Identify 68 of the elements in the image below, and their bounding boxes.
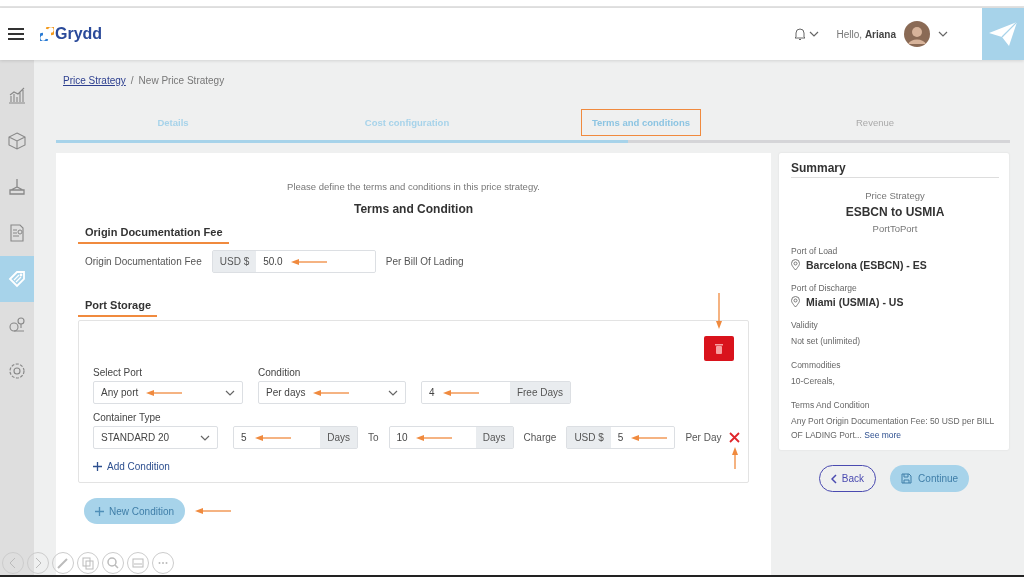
tag-icon[interactable] (8, 270, 26, 288)
breadcrumb-separator: / (130, 75, 134, 88)
paper-plane-icon[interactable] (989, 22, 1017, 46)
caret-icon[interactable] (808, 31, 819, 37)
previous-icon[interactable] (2, 552, 24, 574)
chevron-icon[interactable] (225, 389, 235, 396)
location-icon (791, 259, 800, 271)
summary-label: Commodities (791, 360, 842, 370)
charge-label: Charge (523, 432, 557, 443)
summary-value: Any Port Origin Documentation Fee: 50 USD per BILL OF LADING Port... See more (791, 415, 995, 442)
summary-value: 10-Cereals, (791, 375, 836, 388)
pins-icon[interactable] (8, 316, 26, 334)
menu-icon[interactable] (8, 28, 24, 40)
field-label: Origin Documentation Fee (85, 256, 202, 267)
unit-text: Per Day (685, 432, 722, 443)
greeting: Hello, Ariana (836, 28, 896, 40)
add-condition-link[interactable]: Add Condition (93, 461, 170, 472)
sidebar-item[interactable] (0, 256, 34, 302)
send-button[interactable] (982, 8, 1024, 60)
breadcrumb-link[interactable]: Price Strategy (63, 75, 126, 95)
section-title: Terms and Condition (352, 202, 475, 216)
copy-icon[interactable] (77, 552, 99, 574)
pencil-icon[interactable] (52, 552, 74, 574)
field-label: Condition (258, 367, 302, 378)
dropdown-field[interactable]: Per days (258, 381, 406, 404)
chevron-icon[interactable] (388, 389, 398, 396)
bell-icon[interactable] (793, 27, 806, 41)
breadcrumb-current: New Price Strategy (138, 75, 225, 88)
report-icon[interactable] (8, 224, 26, 242)
logo-text[interactable]: Grydd (55, 25, 103, 43)
field-label: Container Type (93, 412, 162, 423)
remove-icon[interactable] (728, 432, 740, 443)
summary-value: Not set (unlimited) (791, 335, 861, 348)
screen-icon[interactable] (127, 552, 149, 574)
dropdown-field[interactable]: Any port (93, 381, 243, 404)
summary-label: Port of Discharge (791, 283, 858, 293)
more-icon[interactable] (152, 552, 174, 574)
intro-text: Please define the terms and conditions in this price strategy. (286, 181, 541, 192)
location-icon (791, 296, 800, 308)
summary-label: Terms And Condition (791, 400, 871, 410)
chevron-left-icon[interactable] (830, 473, 837, 484)
summary-label: Price Strategy (864, 190, 926, 201)
delete-button[interactable] (704, 336, 734, 361)
summary-value: Barcelona (ESBCN) - ES (806, 259, 927, 271)
see-more-link[interactable]: See more (864, 430, 902, 440)
summary-label: Port of Load (791, 246, 839, 256)
unit-text: Per Bill Of Lading (385, 256, 464, 267)
avatar[interactable] (904, 21, 930, 47)
summary-value: Miami (USMIA) - US (806, 296, 904, 308)
box-icon[interactable] (8, 132, 26, 150)
field-label: Select Port (93, 367, 143, 378)
dropdown-field[interactable]: STANDARD 20 (93, 426, 218, 449)
next-icon[interactable] (27, 552, 49, 574)
chevron-icon[interactable] (200, 434, 210, 441)
summary-title: Summary (791, 161, 999, 178)
section-heading: Port Storage (78, 299, 157, 317)
range-label: To (368, 432, 379, 443)
section-heading: Origin Documentation Fee (78, 226, 229, 244)
caret-icon[interactable] (938, 31, 948, 37)
strategy-type: PortToPort (871, 223, 919, 234)
gear-icon[interactable] (8, 362, 26, 380)
plus-icon[interactable] (93, 462, 102, 471)
trash-icon[interactable] (714, 343, 724, 354)
strategy-name: ESBCN to USMIA (844, 205, 946, 219)
crane-icon[interactable] (8, 178, 26, 196)
chart-icon[interactable] (8, 86, 26, 104)
summary-label: Validity (791, 320, 819, 330)
search-icon[interactable] (102, 552, 124, 574)
